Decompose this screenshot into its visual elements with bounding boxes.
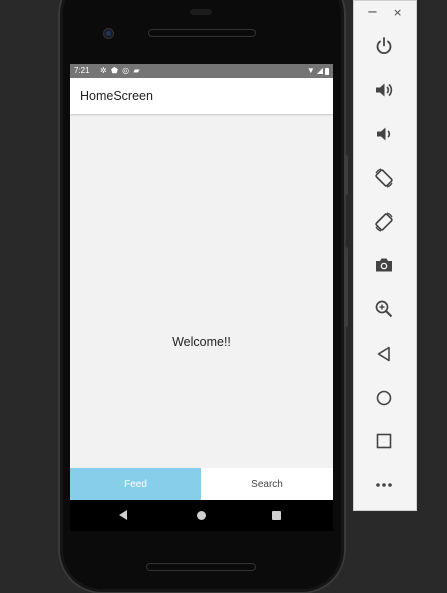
overview-button[interactable] xyxy=(368,425,400,457)
camera-icon xyxy=(376,258,392,272)
settings-icon: ✲ xyxy=(100,66,108,75)
emulator-stage: 7:21 ✲ ⬟ ◎ ▰ ▼ ◢ HomeScreen Welcome!! Fe… xyxy=(0,0,447,593)
volume-down-icon xyxy=(377,127,391,141)
app-header: HomeScreen xyxy=(70,78,333,114)
more-icon xyxy=(376,483,392,487)
bottom-speaker-grille xyxy=(146,563,256,571)
shield-icon: ⬟ xyxy=(110,66,119,75)
zoom-button[interactable] xyxy=(368,293,400,325)
volume-up-icon xyxy=(376,83,393,97)
front-camera-icon xyxy=(104,29,113,38)
signal-icon: ◢ xyxy=(316,66,323,75)
overview-icon xyxy=(376,433,392,449)
tab-search[interactable]: Search xyxy=(201,468,333,500)
main-content: Welcome!! xyxy=(70,115,333,468)
status-time: 7:21 xyxy=(74,66,90,75)
rotate-right-button[interactable] xyxy=(368,206,400,238)
nav-back-icon[interactable] xyxy=(119,510,127,520)
phone-volume-key xyxy=(344,247,348,327)
power-button[interactable] xyxy=(368,30,400,62)
wifi-icon: ▼ xyxy=(306,66,315,75)
tab-feed[interactable]: Feed xyxy=(70,468,201,500)
rotate-left-icon xyxy=(375,168,393,188)
rotate-left-button[interactable] xyxy=(368,162,400,194)
volume-up-button[interactable] xyxy=(368,74,400,106)
welcome-text: Welcome!! xyxy=(172,335,231,349)
status-bar: 7:21 ✲ ⬟ ◎ ▰ ▼ ◢ xyxy=(70,64,333,78)
android-nav-bar xyxy=(70,500,333,531)
zoom-icon xyxy=(375,300,393,318)
bottom-tab-bar: Feed Search xyxy=(70,468,333,500)
status-system-icons: ▼ ◢ xyxy=(307,64,329,78)
emulator-toolbar: − × xyxy=(353,0,417,511)
top-speaker-grille xyxy=(148,29,256,37)
screenshot-button[interactable] xyxy=(368,249,400,281)
home-button[interactable] xyxy=(368,382,400,414)
nav-home-icon[interactable] xyxy=(197,511,206,520)
back-icon xyxy=(377,346,390,362)
data-saver-icon: ◎ xyxy=(122,66,131,75)
minimize-button[interactable]: − xyxy=(367,4,378,22)
sd-card-icon: ▰ xyxy=(133,66,141,75)
status-notification-icons: ✲ ⬟ ◎ ▰ xyxy=(100,64,141,78)
back-button[interactable] xyxy=(368,338,400,370)
rotate-right-icon xyxy=(375,212,393,232)
phone-earpiece-notch xyxy=(190,9,212,15)
more-button[interactable] xyxy=(368,469,400,501)
phone-power-key xyxy=(344,155,348,195)
close-button[interactable]: × xyxy=(393,4,402,22)
page-title: HomeScreen xyxy=(80,89,153,103)
power-icon xyxy=(376,37,392,55)
toolbar-window-controls: − × xyxy=(354,4,416,22)
nav-overview-icon[interactable] xyxy=(272,511,281,520)
device-screen: 7:21 ✲ ⬟ ◎ ▰ ▼ ◢ HomeScreen Welcome!! Fe… xyxy=(70,64,333,531)
volume-down-button[interactable] xyxy=(368,118,400,150)
home-icon xyxy=(376,390,392,406)
battery-icon xyxy=(325,67,329,75)
